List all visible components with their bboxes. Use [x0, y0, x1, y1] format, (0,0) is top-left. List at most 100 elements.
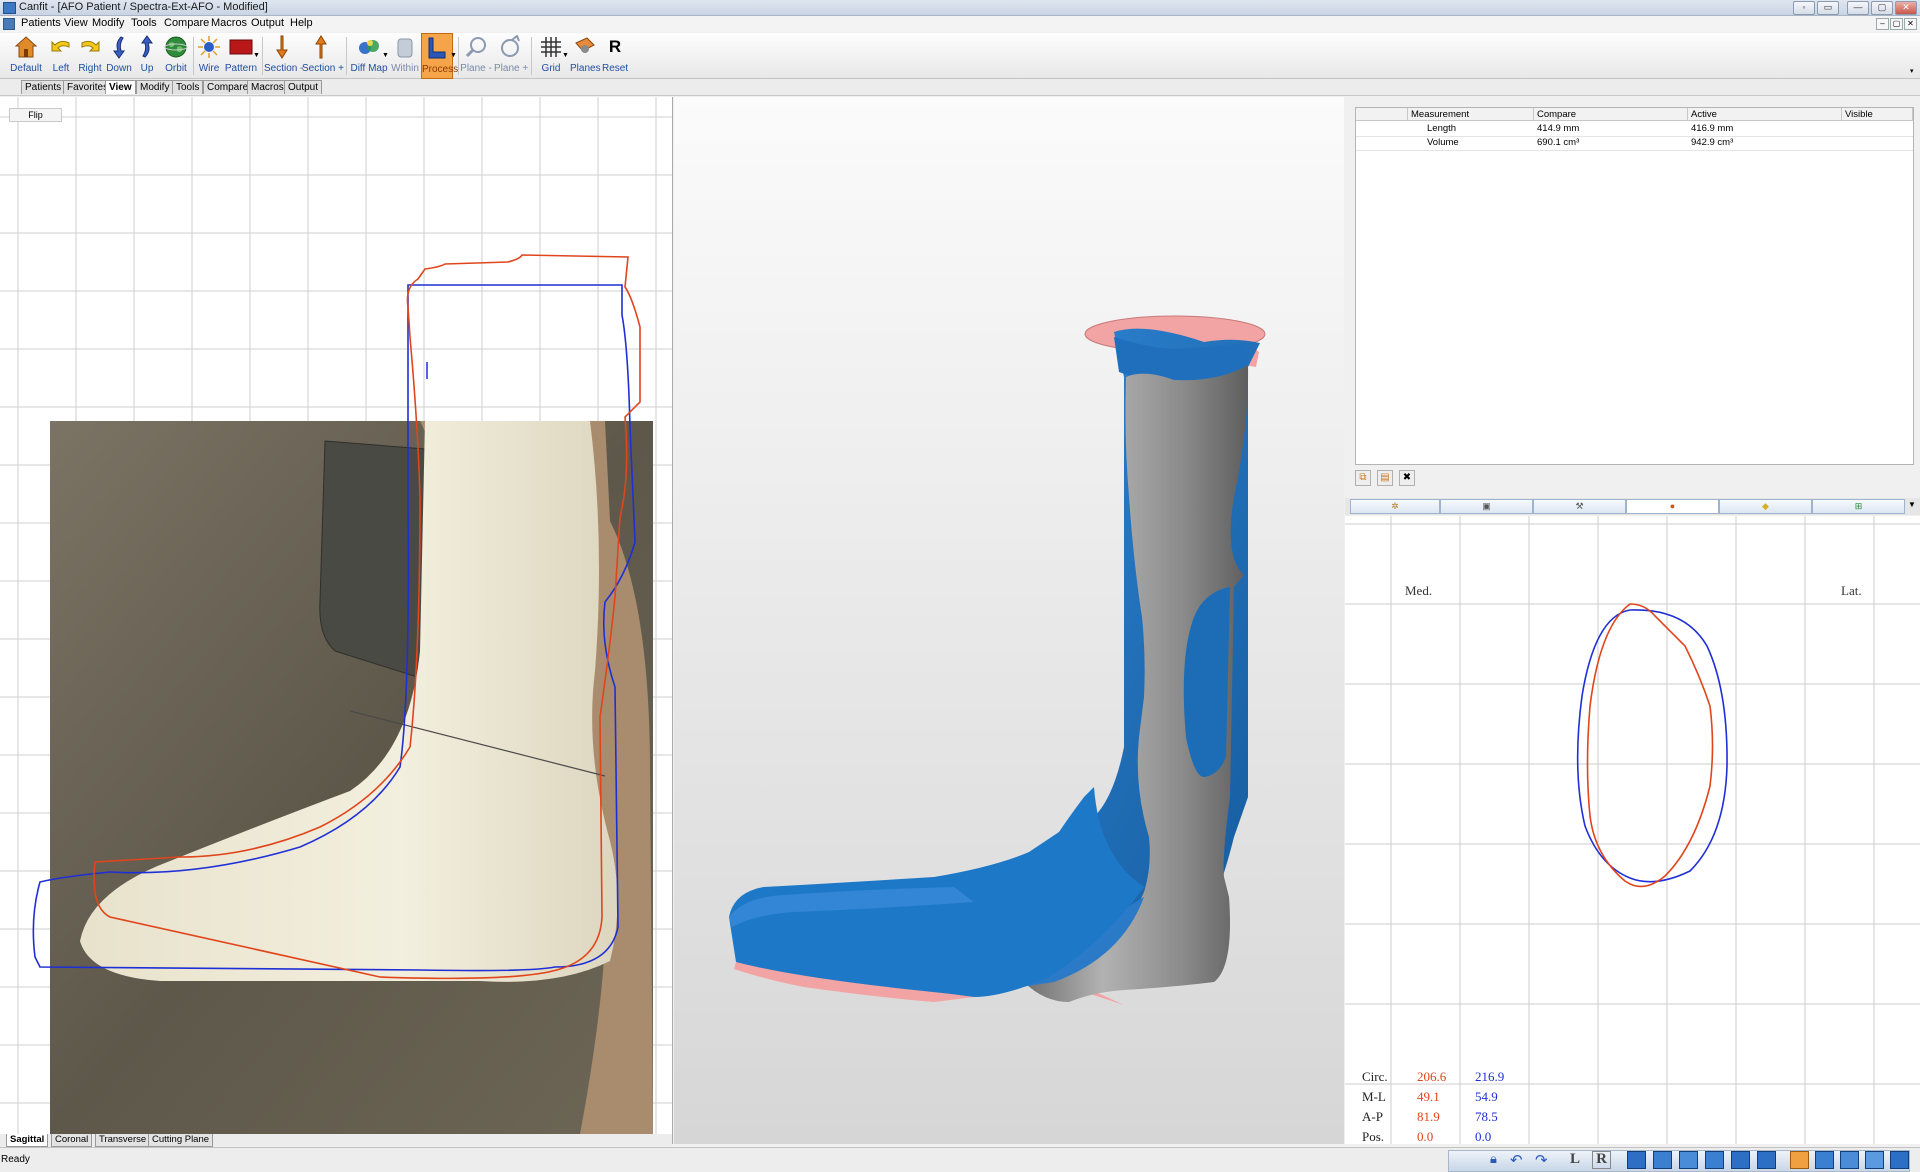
tab-landmarks[interactable]: ✲: [1350, 499, 1440, 514]
table-header-blank: [1356, 108, 1408, 121]
right-side-button[interactable]: R: [1592, 1151, 1611, 1169]
add-measurement-icon[interactable]: ⧉: [1355, 470, 1371, 486]
tab-cutting-plane[interactable]: Cutting Plane: [148, 1134, 214, 1147]
undo-icon[interactable]: ↶: [1510, 1151, 1527, 1169]
reset-button[interactable]: R Reset: [602, 33, 628, 77]
table-cell-measurement[interactable]: Length: [1424, 122, 1534, 136]
menu-compare[interactable]: Compare: [161, 17, 212, 29]
minimize-button[interactable]: —: [1847, 1, 1869, 15]
table-cell-visible[interactable]: [1842, 136, 1913, 150]
shade-blue-icon[interactable]: [1815, 1151, 1834, 1169]
tab-coronal[interactable]: Coronal: [51, 1134, 93, 1147]
process-dropdown-icon[interactable]: ▼: [450, 52, 457, 59]
planes-button[interactable]: Planes: [570, 33, 601, 77]
section-minus-button[interactable]: Section -: [264, 33, 303, 77]
cross-section-view[interactable]: Med. Lat. Circ. 206.6 216.9 M-L 49.1 54.…: [1345, 516, 1920, 1144]
menu-modify[interactable]: Modify: [89, 17, 127, 29]
section-plus-button[interactable]: Section +: [302, 33, 344, 77]
tab-notes[interactable]: ◆: [1719, 499, 1812, 514]
table-cell-compare: 690.1 cm³: [1537, 137, 1580, 148]
tab-cross-section[interactable]: ●: [1626, 499, 1719, 514]
toolbar-overflow-icon[interactable]: ▾: [1910, 67, 1914, 75]
left-view-button[interactable]: Left: [48, 33, 74, 77]
menu-output[interactable]: Output: [248, 17, 287, 29]
right-view-button[interactable]: Right: [76, 33, 104, 77]
redo-icon[interactable]: ↷: [1535, 1151, 1552, 1169]
close-button[interactable]: ✕: [1895, 1, 1917, 15]
table-header-active[interactable]: Active: [1688, 108, 1842, 121]
toolbar-separator: [193, 37, 194, 75]
down-view-button[interactable]: Down: [105, 33, 133, 77]
diff-map-icon: [359, 40, 379, 54]
grid-dropdown-icon[interactable]: ▼: [562, 52, 569, 59]
tab-output[interactable]: Output: [284, 80, 323, 94]
ruler-icon[interactable]: ▤: [1377, 470, 1393, 486]
table-header-measurement[interactable]: Measurement: [1408, 108, 1534, 121]
toolbar-separator: [531, 37, 532, 75]
mdi-restore-button[interactable]: ▢: [1890, 18, 1903, 30]
tab-view[interactable]: View: [105, 80, 136, 94]
up-view-button[interactable]: Up: [134, 33, 160, 77]
menu-macros[interactable]: Macros: [208, 17, 250, 29]
table-header-visible[interactable]: Visible: [1842, 108, 1913, 121]
maximize-button[interactable]: ▢: [1871, 1, 1893, 15]
process-icon: [428, 37, 446, 59]
diff-map-dropdown-icon[interactable]: ▼: [382, 52, 389, 59]
view-right-icon[interactable]: [1705, 1151, 1724, 1169]
menu-patients[interactable]: Patients: [18, 17, 64, 29]
left-side-button[interactable]: L: [1570, 1151, 1587, 1167]
view-bottom-icon[interactable]: [1757, 1151, 1776, 1169]
stat-active-value: 78.5: [1475, 1109, 1498, 1124]
default-button[interactable]: Default: [10, 33, 42, 77]
pattern-dropdown-icon[interactable]: ▼: [253, 52, 260, 59]
mdi-minimize-button[interactable]: –: [1876, 18, 1889, 30]
stat-label: Circ.: [1362, 1069, 1388, 1084]
window-extra-button-1[interactable]: ◦: [1793, 1, 1815, 15]
tab-macros[interactable]: Macros: [247, 80, 288, 94]
view-left-icon[interactable]: [1679, 1151, 1698, 1169]
mdi-close-button[interactable]: ✕: [1904, 18, 1917, 30]
toolbar-separator: [262, 37, 263, 75]
outline-icon[interactable]: [1865, 1151, 1884, 1169]
lock-icon[interactable]: 🔒︎: [1490, 1151, 1507, 1167]
tab-tools[interactable]: ⚒: [1533, 499, 1626, 514]
table-header-compare[interactable]: Compare: [1534, 108, 1688, 121]
ribbon-tabs: Patients Favorites View Modify Tools Com…: [0, 79, 1920, 96]
document-icon[interactable]: [3, 18, 15, 30]
menu-tools[interactable]: Tools: [128, 17, 160, 29]
tab-sagittal[interactable]: Sagittal: [6, 1134, 49, 1147]
shade-icon[interactable]: [1790, 1151, 1809, 1169]
view-back-icon[interactable]: [1653, 1151, 1672, 1169]
view-top-icon[interactable]: [1731, 1151, 1750, 1169]
stat-active-value: 216.9: [1475, 1069, 1505, 1084]
process-button[interactable]: Process: [421, 33, 458, 79]
table-cell-measurement[interactable]: Volume: [1424, 136, 1534, 150]
orbit-button[interactable]: Orbit: [162, 33, 190, 77]
wire-view-icon[interactable]: [1840, 1151, 1859, 1169]
tab-transverse[interactable]: Transverse: [95, 1134, 151, 1147]
tab-modify[interactable]: Modify: [136, 80, 174, 94]
delete-measurement-icon[interactable]: ✖: [1399, 470, 1415, 486]
tabs-dropdown-icon[interactable]: ▼: [1908, 500, 1916, 509]
within-button[interactable]: Within: [390, 33, 420, 77]
globe-icon: [164, 36, 188, 58]
wire-button[interactable]: Wire: [196, 33, 222, 77]
view-front-icon[interactable]: [1627, 1151, 1646, 1169]
plane-plus-button[interactable]: Plane +: [494, 33, 528, 77]
stat-compare-value: 49.1: [1417, 1089, 1440, 1104]
tab-patients[interactable]: Patients: [21, 80, 66, 94]
transparency-icon[interactable]: [1890, 1151, 1909, 1169]
wireframe-icon: [198, 36, 220, 58]
menu-help[interactable]: Help: [287, 17, 316, 29]
window-extra-button-2[interactable]: ▭: [1817, 1, 1839, 15]
3d-model-viewport[interactable]: [674, 97, 1344, 1144]
menu-view[interactable]: View: [61, 17, 91, 29]
tab-snapshot[interactable]: ▣: [1440, 499, 1533, 514]
tab-compare[interactable]: Compare: [203, 80, 253, 94]
tab-hierarchy[interactable]: ⊞: [1812, 499, 1905, 514]
view-plane-tabs: Sagittal Coronal Transverse Cutting Plan…: [0, 1134, 672, 1147]
stat-label: Pos.: [1362, 1129, 1385, 1144]
table-cell-visible[interactable]: [1842, 122, 1913, 136]
tab-tools[interactable]: Tools: [172, 80, 204, 94]
plane-minus-button[interactable]: Plane -: [460, 33, 492, 77]
